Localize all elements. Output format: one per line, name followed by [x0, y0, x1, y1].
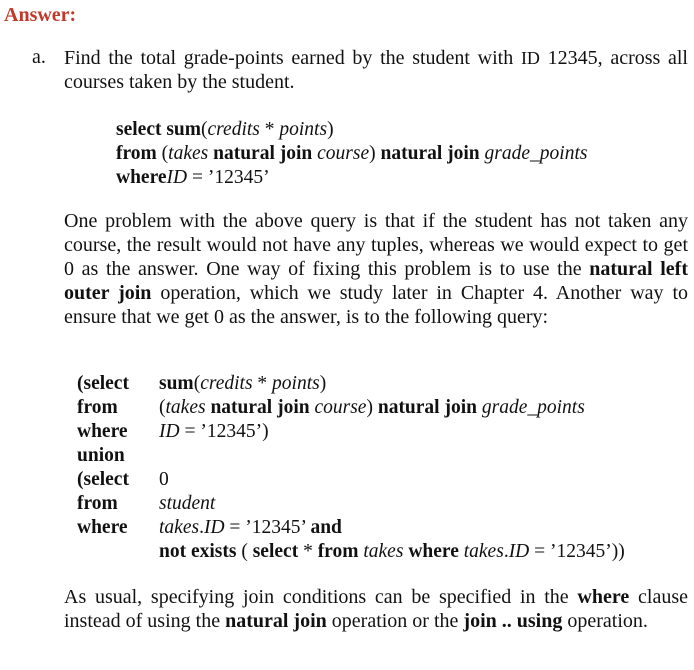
text-run: takes: [168, 143, 209, 164]
text-run: grade_points: [484, 143, 588, 164]
text-run: natural join: [213, 143, 313, 164]
query2-clause: sum(credits * points): [159, 372, 326, 396]
text-run: takes: [165, 397, 206, 418]
text-run: where: [408, 541, 459, 562]
answer-heading: Answer:: [4, 4, 77, 26]
text-run: natural join: [380, 143, 480, 164]
query2-line: where ID = ’12345’): [77, 420, 625, 444]
text-run: (: [236, 541, 253, 562]
text-run: where: [116, 167, 167, 188]
text-run: select: [116, 119, 167, 140]
query2-keyword: (select: [77, 469, 129, 490]
query2-line: (select sum(credits * points): [77, 372, 625, 396]
text-run: ID: [166, 167, 188, 188]
query2-line: from (takes natural join course) natural …: [77, 396, 625, 420]
text-run: natural join: [210, 397, 310, 418]
text-run: = ’12345’)): [529, 541, 625, 562]
text-run: Find the total grade-points earned by th…: [64, 47, 521, 69]
query2-keyword: [77, 540, 159, 564]
question-text: Find the total grade-points earned by th…: [64, 46, 688, 94]
text-run: ): [327, 119, 334, 140]
text-run: takes: [363, 541, 404, 562]
text-run: takes: [463, 541, 504, 562]
text-run: ID: [508, 541, 530, 562]
text-run: ): [369, 143, 381, 164]
text-run: course: [314, 397, 367, 418]
query2-clause: not exists ( select * from takes where t…: [159, 540, 625, 564]
text-run: *: [252, 373, 273, 394]
text-run: not exists: [159, 541, 237, 562]
text-run: sum: [159, 373, 194, 394]
text-run: ID: [520, 48, 540, 68]
query2-keyword: union: [77, 445, 125, 466]
text-run: points: [279, 119, 328, 140]
text-run: credits: [207, 119, 260, 140]
text-run: = ’12345’): [179, 421, 269, 442]
page: Answer: a. Find the total grade-points e…: [0, 0, 694, 670]
text-run: ): [366, 397, 378, 418]
text-run: = ’12345’: [224, 517, 311, 538]
query2-line: union: [77, 444, 625, 468]
query2-clause: takes.ID = ’12345’ and: [159, 516, 342, 540]
explanation-paragraph: One problem with the above query is that…: [64, 209, 688, 329]
text-run: where: [577, 586, 630, 608]
query2-clause: (takes natural join course) natural join…: [159, 396, 585, 420]
text-run: 0: [159, 469, 169, 490]
query2-keyword: from: [77, 397, 118, 418]
query-block-1: select sum(credits * points) from (takes…: [116, 118, 587, 190]
text-run: credits: [200, 373, 253, 394]
text-run: join .. using: [463, 610, 563, 632]
text-run: *: [298, 541, 318, 562]
text-run: select: [252, 541, 299, 562]
query2-keyword: from: [77, 493, 118, 514]
text-run: points: [272, 373, 320, 394]
text-run: from: [317, 541, 359, 562]
text-run: takes: [159, 517, 200, 538]
query2-keyword: where: [77, 517, 128, 538]
query-block-2: (select sum(credits * points) from (takes n…: [77, 372, 625, 564]
text-run: course: [317, 143, 370, 164]
text-run: = ’12345’: [187, 167, 270, 188]
text-run: ): [319, 373, 327, 394]
query2-clause: ID = ’12345’): [159, 420, 269, 444]
text-run: natural join: [225, 610, 327, 632]
item-marker: a.: [32, 46, 46, 68]
query2-line: from student: [77, 492, 625, 516]
text-run: ID: [203, 517, 225, 538]
text-run: ID: [159, 421, 180, 442]
text-run: As usual, specifying join conditions can…: [64, 586, 578, 608]
query2-line: (select 0: [77, 468, 625, 492]
query2-keyword: where: [77, 421, 128, 442]
query1-line: whereID = ’12345’: [116, 166, 587, 190]
query2-clause: 0: [159, 468, 169, 492]
text-run: and: [310, 517, 342, 538]
text-run: grade_points: [481, 397, 585, 418]
query1-line: from (takes natural join course) natural…: [116, 142, 587, 166]
text-run: operation or the: [326, 610, 464, 632]
text-run: operation.: [562, 610, 648, 632]
query2-line: where takes.ID = ’12345’ and: [77, 516, 625, 540]
text-run: student: [159, 493, 216, 514]
query2-line: not exists ( select * from takes where t…: [77, 540, 625, 564]
query2-clause: student: [159, 492, 215, 516]
text-run: operation, which we study later in Chapt…: [64, 282, 689, 328]
text-run: natural join: [377, 397, 477, 418]
query1-line: select sum(credits * points): [116, 118, 587, 142]
text-run: sum: [166, 119, 202, 140]
query2-keyword: (select: [77, 373, 129, 394]
text-run: *: [259, 119, 280, 140]
closing-paragraph: As usual, specifying join conditions can…: [64, 585, 688, 633]
text-run: from: [116, 143, 162, 164]
